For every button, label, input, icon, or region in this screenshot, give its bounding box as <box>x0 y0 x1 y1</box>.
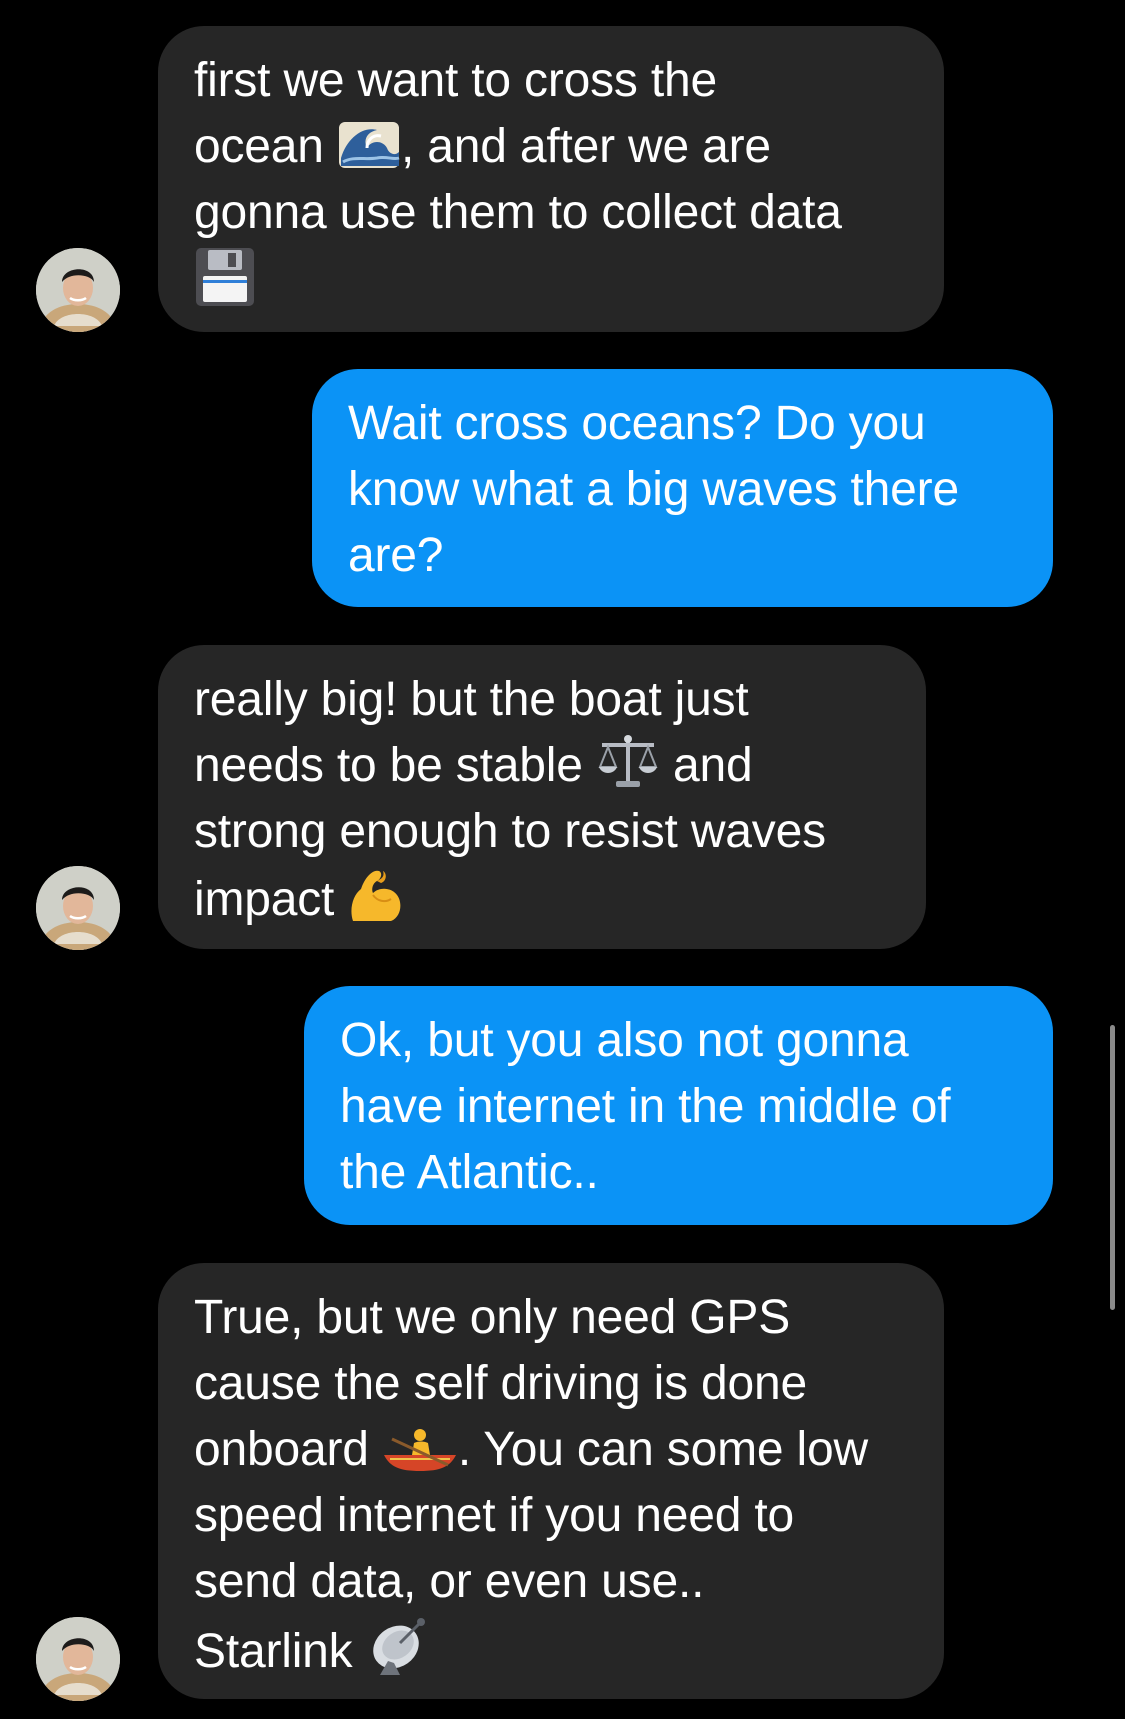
message-bubble-incoming[interactable]: True, but we only need GPS cause the sel… <box>158 1263 944 1699</box>
balance-scale-emoji-icon <box>596 733 660 791</box>
message-bubble-incoming[interactable]: first we want to cross the ocean , and a… <box>158 26 944 332</box>
message-bubble-incoming[interactable]: really big! but the boat just needs to b… <box>158 645 926 949</box>
satellite-antenna-emoji-icon <box>366 1615 430 1677</box>
message-text: True, but we only need GPS <box>194 1291 791 1344</box>
scrollbar[interactable] <box>1110 1025 1115 1310</box>
message-text: gonna use them to collect data <box>194 186 842 239</box>
message-text-line <box>194 246 908 316</box>
message-text: onboard <box>194 1423 369 1476</box>
message-text: impact <box>194 873 335 926</box>
message-text: , and after we are <box>400 120 771 173</box>
message-text: know what a big waves there <box>348 463 959 516</box>
message-text: send data, or even use.. <box>194 1555 705 1608</box>
message-text-line: onboard . You can some low <box>194 1417 908 1483</box>
message-text: needs to be stable <box>194 739 583 792</box>
message-text-line: ocean , and after we are <box>194 114 908 180</box>
floppy-disk-emoji-icon <box>194 246 256 308</box>
contact-avatar[interactable] <box>36 1617 120 1701</box>
message-text: Ok, but you also not gonna <box>340 1014 909 1067</box>
wave-emoji-icon <box>337 118 401 172</box>
message-text: the Atlantic.. <box>340 1146 599 1199</box>
message-text-line: Starlink <box>194 1615 908 1685</box>
message-text: are? <box>348 529 444 582</box>
message-text: have internet in the middle of <box>340 1080 951 1133</box>
contact-avatar[interactable] <box>36 866 120 950</box>
message-text: strong enough to resist waves <box>194 805 826 858</box>
message-text: really big! but the boat just <box>194 673 749 726</box>
message-text: cause the self driving is done <box>194 1357 808 1410</box>
message-text: Wait cross oceans? Do you <box>348 397 926 450</box>
message-bubble-outgoing[interactable]: Ok, but you also not gonna have internet… <box>304 986 1053 1225</box>
message-text: and <box>672 739 753 792</box>
contact-avatar[interactable] <box>36 248 120 332</box>
message-bubble-outgoing[interactable]: Wait cross oceans? Do you know what a bi… <box>312 369 1053 607</box>
message-text: ocean <box>194 120 324 173</box>
message-text: . You can some low <box>457 1423 868 1476</box>
message-text-line: needs to be stable and <box>194 733 890 799</box>
flexed-biceps-emoji-icon <box>347 865 407 925</box>
rowboat-emoji-icon <box>382 1425 458 1475</box>
message-text-line: impact <box>194 865 890 933</box>
message-text: first we want to cross the <box>194 54 717 107</box>
message-thread[interactable]: first we want to cross the ocean , and a… <box>0 0 1125 1719</box>
message-text: Starlink <box>194 1625 353 1678</box>
message-text: speed internet if you need to <box>194 1489 794 1542</box>
